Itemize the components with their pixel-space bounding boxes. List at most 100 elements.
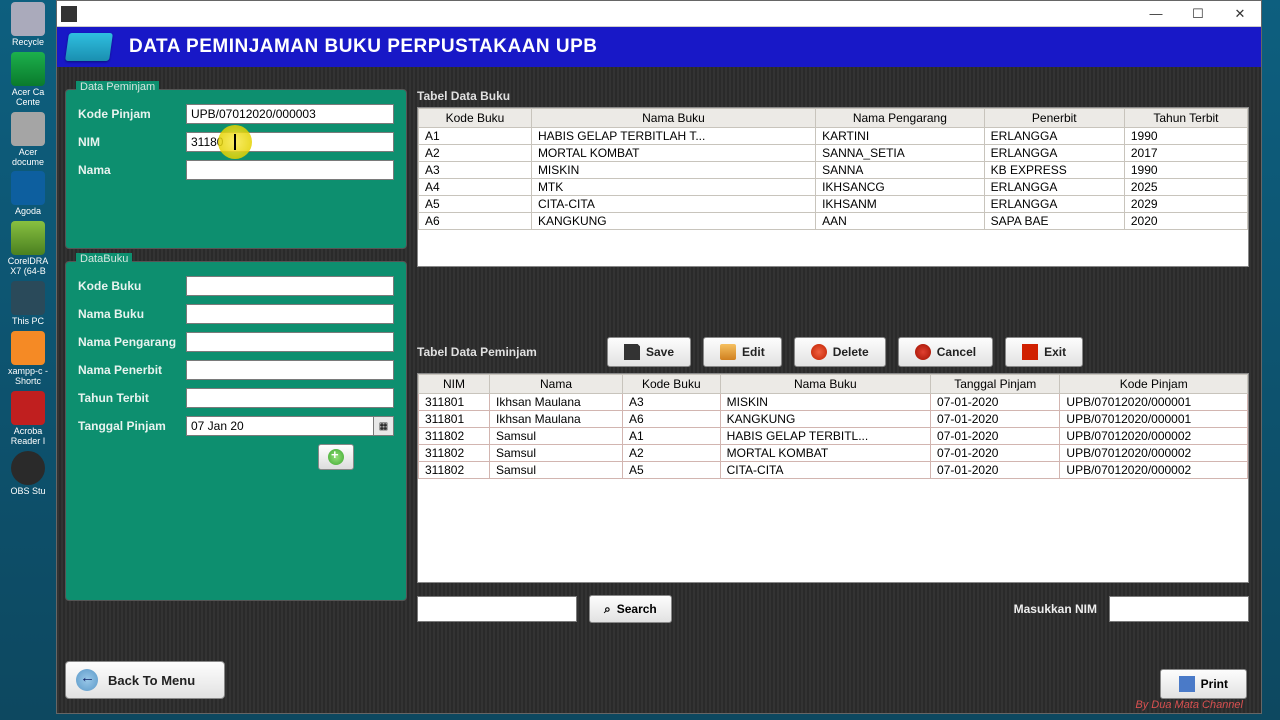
desktop-app-icon bbox=[11, 221, 45, 255]
back-to-menu-button[interactable]: Back To Menu bbox=[65, 661, 225, 699]
calendar-button[interactable]: ▦ bbox=[374, 416, 394, 436]
input-tanggal-pinjam[interactable] bbox=[186, 416, 374, 436]
panel-legend-peminjam: Data Peminjam bbox=[76, 81, 159, 93]
input-nim[interactable] bbox=[186, 132, 394, 152]
input-kode-buku[interactable] bbox=[186, 276, 394, 296]
desktop-app-icon bbox=[11, 391, 45, 425]
label-tanggal-pinjam: Tanggal Pinjam bbox=[78, 419, 186, 433]
input-nama-buku[interactable] bbox=[186, 304, 394, 324]
table-header[interactable]: Nama bbox=[489, 375, 622, 394]
table-row[interactable]: 311802SamsulA1HABIS GELAP TERBITL...07-0… bbox=[419, 428, 1248, 445]
input-nama-penerbit[interactable] bbox=[186, 360, 394, 380]
save-button[interactable]: Save bbox=[607, 337, 691, 367]
label-nama: Nama bbox=[78, 163, 186, 177]
calendar-icon: ▦ bbox=[379, 421, 388, 432]
table-peminjam-title: Tabel Data Peminjam bbox=[417, 345, 607, 359]
table-row[interactable]: 311802SamsulA5CITA-CITA07-01-2020UPB/070… bbox=[419, 462, 1248, 479]
panel-data-buku: DataBuku Kode Buku Nama Buku Nama Pengar… bbox=[65, 261, 407, 601]
table-header[interactable]: Kode Buku bbox=[623, 375, 721, 394]
table-row[interactable]: A4MTKIKHSANCGERLANGGA2025 bbox=[419, 179, 1248, 196]
input-nama[interactable] bbox=[186, 160, 394, 180]
label-tahun-terbit: Tahun Terbit bbox=[78, 391, 186, 405]
table-header[interactable]: Nama Buku bbox=[720, 375, 930, 394]
add-button[interactable] bbox=[318, 444, 354, 470]
header-bar: DATA PEMINJAMAN BUKU PERPUSTAKAAN UPB bbox=[57, 27, 1261, 67]
save-icon bbox=[624, 344, 640, 360]
search-button[interactable]: ⌕Search bbox=[589, 595, 672, 623]
edit-icon bbox=[720, 344, 736, 360]
input-nama-pengarang[interactable] bbox=[186, 332, 394, 352]
desktop-icon[interactable]: xampp-c - Shortc bbox=[2, 331, 54, 387]
input-kode-pinjam[interactable] bbox=[186, 104, 394, 124]
table-header[interactable]: Tanggal Pinjam bbox=[931, 375, 1060, 394]
search-icon: ⌕ bbox=[604, 602, 611, 617]
label-nama-penerbit: Nama Penerbit bbox=[78, 363, 186, 377]
minimize-button[interactable]: — bbox=[1135, 1, 1177, 26]
desktop-app-icon bbox=[11, 2, 45, 36]
desktop-icon[interactable]: Recycle bbox=[2, 2, 54, 48]
exit-icon bbox=[1022, 344, 1038, 360]
delete-icon bbox=[811, 344, 827, 360]
input-tahun-terbit[interactable] bbox=[186, 388, 394, 408]
desktop-icon[interactable]: This PC bbox=[2, 281, 54, 327]
panel-legend-buku: DataBuku bbox=[76, 253, 132, 265]
desktop-icon[interactable]: Acer Ca Cente bbox=[2, 52, 54, 108]
table-row[interactable]: 311801Ikhsan MaulanaA3MISKIN07-01-2020UP… bbox=[419, 394, 1248, 411]
table-header[interactable]: Nama Pengarang bbox=[816, 109, 985, 128]
table-row[interactable]: 311802SamsulA2MORTAL KOMBAT07-01-2020UPB… bbox=[419, 445, 1248, 462]
desktop-icon[interactable]: Agoda bbox=[2, 171, 54, 217]
desktop-app-icon bbox=[11, 451, 45, 485]
table-header[interactable]: Kode Pinjam bbox=[1060, 375, 1248, 394]
book-icon bbox=[65, 33, 113, 61]
table-buku[interactable]: Kode BukuNama BukuNama PengarangPenerbit… bbox=[417, 107, 1249, 267]
footer-credit: By Dua Mata Channel bbox=[1135, 699, 1243, 711]
print-icon bbox=[1179, 676, 1195, 692]
page-title: DATA PEMINJAMAN BUKU PERPUSTAKAAN UPB bbox=[129, 36, 598, 58]
desktop-app-icon bbox=[11, 171, 45, 205]
table-row[interactable]: A3MISKINSANNAKB EXPRESS1990 bbox=[419, 162, 1248, 179]
exit-button[interactable]: Exit bbox=[1005, 337, 1083, 367]
table-header[interactable]: Penerbit bbox=[984, 109, 1124, 128]
cancel-button[interactable]: Cancel bbox=[898, 337, 993, 367]
desktop-app-icon bbox=[11, 331, 45, 365]
plus-icon bbox=[328, 449, 344, 465]
table-header[interactable]: Tahun Terbit bbox=[1124, 109, 1247, 128]
desktop-app-icon bbox=[11, 281, 45, 315]
desktop-icon[interactable]: CorelDRA X7 (64-B bbox=[2, 221, 54, 277]
label-kode-pinjam: Kode Pinjam bbox=[78, 107, 186, 121]
label-nama-pengarang: Nama Pengarang bbox=[78, 335, 186, 349]
desktop-icon[interactable]: OBS Stu bbox=[2, 451, 54, 497]
label-nim: NIM bbox=[78, 135, 186, 149]
table-header[interactable]: Kode Buku bbox=[419, 109, 532, 128]
desktop-app-icon bbox=[11, 112, 45, 146]
desktop-icon[interactable]: Acer docume bbox=[2, 112, 54, 168]
edit-button[interactable]: Edit bbox=[703, 337, 782, 367]
panel-data-peminjam: Data Peminjam Kode Pinjam NIM Nama bbox=[65, 89, 407, 249]
table-row[interactable]: A5CITA-CITAIKHSANMERLANGGA2029 bbox=[419, 196, 1248, 213]
table-header[interactable]: NIM bbox=[419, 375, 490, 394]
desktop-icon[interactable]: Acroba Reader I bbox=[2, 391, 54, 447]
maximize-button[interactable]: ☐ bbox=[1177, 1, 1219, 26]
close-button[interactable]: ✕ bbox=[1219, 1, 1261, 26]
table-header[interactable]: Nama Buku bbox=[531, 109, 815, 128]
desktop-app-icon bbox=[11, 52, 45, 86]
delete-button[interactable]: Delete bbox=[794, 337, 886, 367]
table-row[interactable]: A6KANGKUNGAANSAPA BAE2020 bbox=[419, 213, 1248, 230]
app-icon bbox=[61, 6, 77, 22]
back-arrow-icon bbox=[76, 669, 98, 691]
label-masukkan-nim: Masukkan NIM bbox=[1014, 602, 1097, 616]
label-kode-buku: Kode Buku bbox=[78, 279, 186, 293]
cancel-icon bbox=[915, 344, 931, 360]
table-buku-title: Tabel Data Buku bbox=[417, 89, 1249, 103]
text-cursor-icon bbox=[234, 134, 236, 150]
table-row[interactable]: 311801Ikhsan MaulanaA6KANGKUNG07-01-2020… bbox=[419, 411, 1248, 428]
table-row[interactable]: A1HABIS GELAP TERBITLAH T...KARTINIERLAN… bbox=[419, 128, 1248, 145]
app-window: — ☐ ✕ DATA PEMINJAMAN BUKU PERPUSTAKAAN … bbox=[56, 0, 1262, 714]
label-nama-buku: Nama Buku bbox=[78, 307, 186, 321]
print-button[interactable]: Print bbox=[1160, 669, 1247, 699]
search-input[interactable] bbox=[417, 596, 577, 622]
table-peminjam[interactable]: NIMNamaKode BukuNama BukuTanggal PinjamK… bbox=[417, 373, 1249, 583]
titlebar: — ☐ ✕ bbox=[57, 1, 1261, 27]
input-masukkan-nim[interactable] bbox=[1109, 596, 1249, 622]
table-row[interactable]: A2MORTAL KOMBATSANNA_SETIAERLANGGA2017 bbox=[419, 145, 1248, 162]
